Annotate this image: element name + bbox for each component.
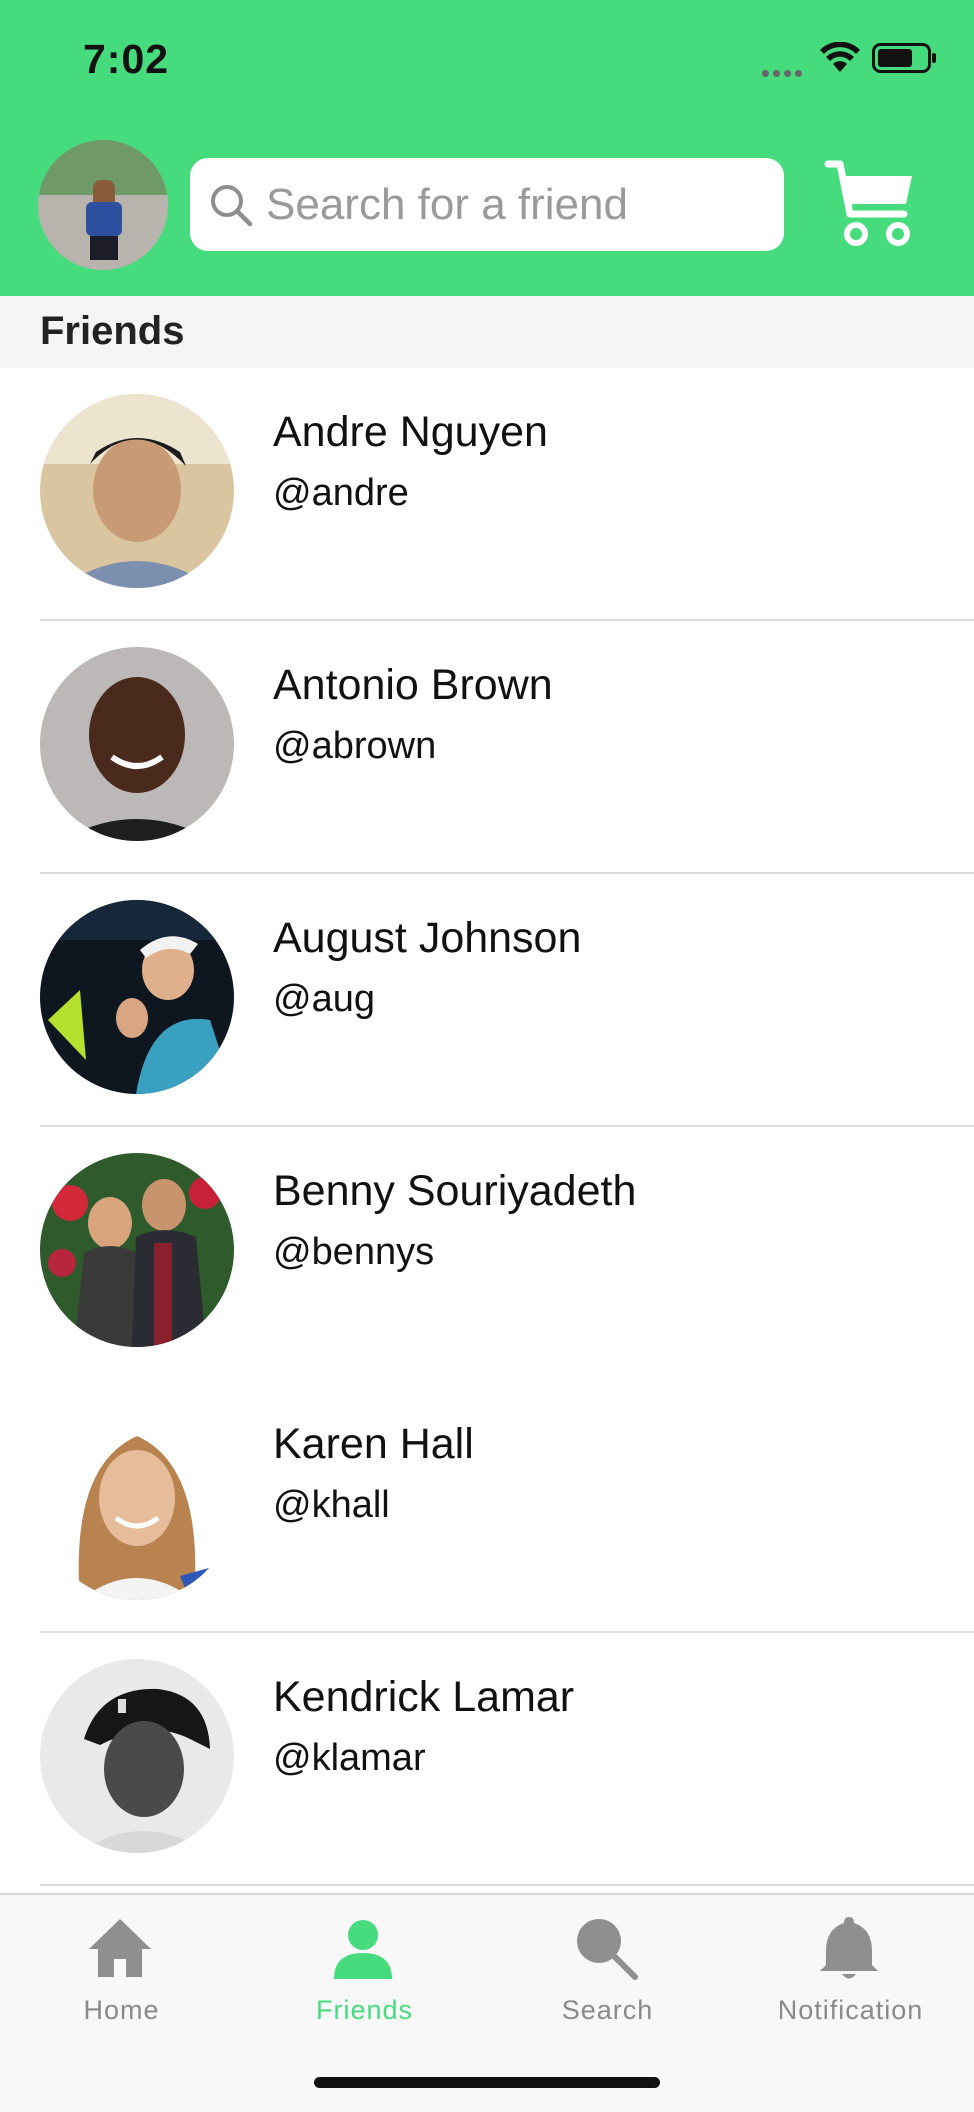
- tab-label-notification: Notification: [777, 1995, 924, 2025]
- friend-name: August Johnson: [273, 914, 582, 962]
- wifi-icon: [820, 42, 860, 72]
- friend-avatar: [40, 900, 234, 1094]
- home-indicator: [314, 2077, 660, 2088]
- tab-search[interactable]: Search: [486, 1895, 729, 2025]
- status-time: 7:02: [83, 36, 170, 82]
- search-input[interactable]: Search for a friend: [190, 158, 784, 251]
- row-divider: [40, 1884, 974, 1886]
- search-placeholder: Search for a friend: [266, 180, 628, 229]
- tab-label-friends: Friends: [315, 1995, 414, 2025]
- section-header: Friends: [0, 296, 974, 368]
- friend-row[interactable]: Kendrick Lamar @klamar: [0, 1633, 974, 1886]
- friend-avatar: [40, 1659, 234, 1853]
- profile-avatar[interactable]: [38, 140, 168, 270]
- tab-friends[interactable]: Friends: [243, 1895, 486, 2025]
- friend-handle: @bennys: [273, 1231, 435, 1273]
- friend-name: Benny Souriyadeth: [273, 1167, 637, 1215]
- friend-row[interactable]: August Johnson @aug: [0, 874, 974, 1127]
- friend-name: Antonio Brown: [273, 661, 553, 709]
- friend-handle: @andre: [273, 472, 409, 514]
- friend-name: Kendrick Lamar: [273, 1673, 575, 1721]
- tab-notification[interactable]: Notification: [729, 1895, 972, 2025]
- section-title: Friends: [40, 309, 185, 353]
- signal-icon: [762, 64, 808, 77]
- friend-avatar: [40, 1153, 234, 1347]
- tab-label-search: Search: [561, 1995, 654, 2025]
- friend-handle: @aug: [273, 978, 375, 1020]
- friend-handle: @klamar: [273, 1737, 426, 1779]
- tab-label-home: Home: [83, 1995, 160, 2025]
- friend-avatar: [40, 647, 234, 841]
- friend-row[interactable]: Andre Nguyen @andre: [0, 368, 974, 621]
- friend-row[interactable]: Benny Souriyadeth @bennys: [0, 1127, 974, 1380]
- friend-row[interactable]: Antonio Brown @abrown: [0, 621, 974, 874]
- friend-row[interactable]: Karen Hall @khall: [0, 1380, 974, 1633]
- friend-handle: @khall: [273, 1484, 390, 1526]
- friend-avatar: [40, 1406, 234, 1600]
- battery-icon: [872, 43, 936, 73]
- search-icon: [211, 185, 253, 227]
- status-bar: 7:02: [0, 0, 974, 120]
- search-icon: [577, 1919, 638, 1980]
- tab-home[interactable]: Home: [0, 1895, 243, 2025]
- shopping-cart-icon[interactable]: [824, 158, 916, 250]
- friend-handle: @abrown: [273, 725, 437, 767]
- friend-name: Karen Hall: [273, 1420, 474, 1468]
- profile-photo: [38, 140, 168, 270]
- person-icon: [334, 1920, 392, 1979]
- home-icon: [89, 1919, 151, 1977]
- friend-name: Andre Nguyen: [273, 408, 548, 456]
- friend-avatar: [40, 394, 234, 588]
- bell-icon: [820, 1917, 878, 1979]
